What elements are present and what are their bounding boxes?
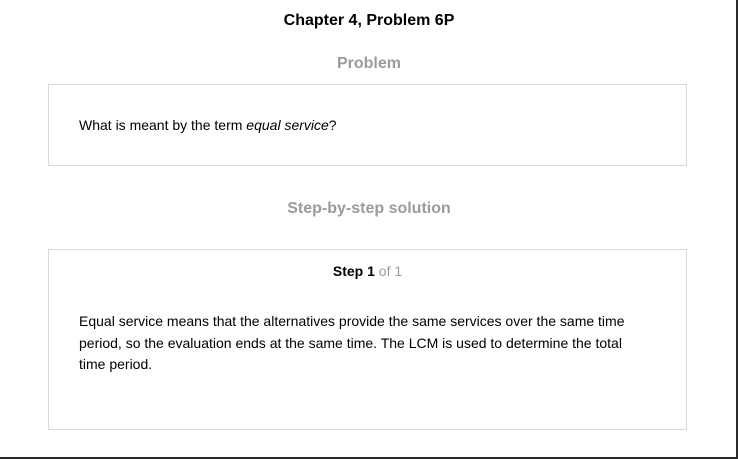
- problem-text-after: ?: [328, 117, 337, 133]
- step-label: Step 1 of 1: [49, 263, 686, 279]
- step-label-word: Step: [332, 263, 364, 279]
- step-card: Step 1 of 1 Equal service means that the…: [48, 249, 687, 430]
- step-label-of: of 1: [378, 263, 403, 279]
- problem-heading: Problem: [336, 55, 401, 72]
- problem-text-before: What is meant by the term: [79, 117, 247, 133]
- problem-text-emphasis: equal service: [246, 117, 329, 133]
- step-label-number: 1: [367, 263, 375, 279]
- problem-text: What is meant by the term equal service?: [79, 116, 337, 134]
- page-title: Chapter 4, Problem 6P: [283, 12, 455, 29]
- problem-card: What is meant by the term equal service?: [48, 84, 687, 166]
- solution-heading: Step-by-step solution: [287, 200, 451, 217]
- step-text: Equal service means that the alternative…: [79, 313, 625, 372]
